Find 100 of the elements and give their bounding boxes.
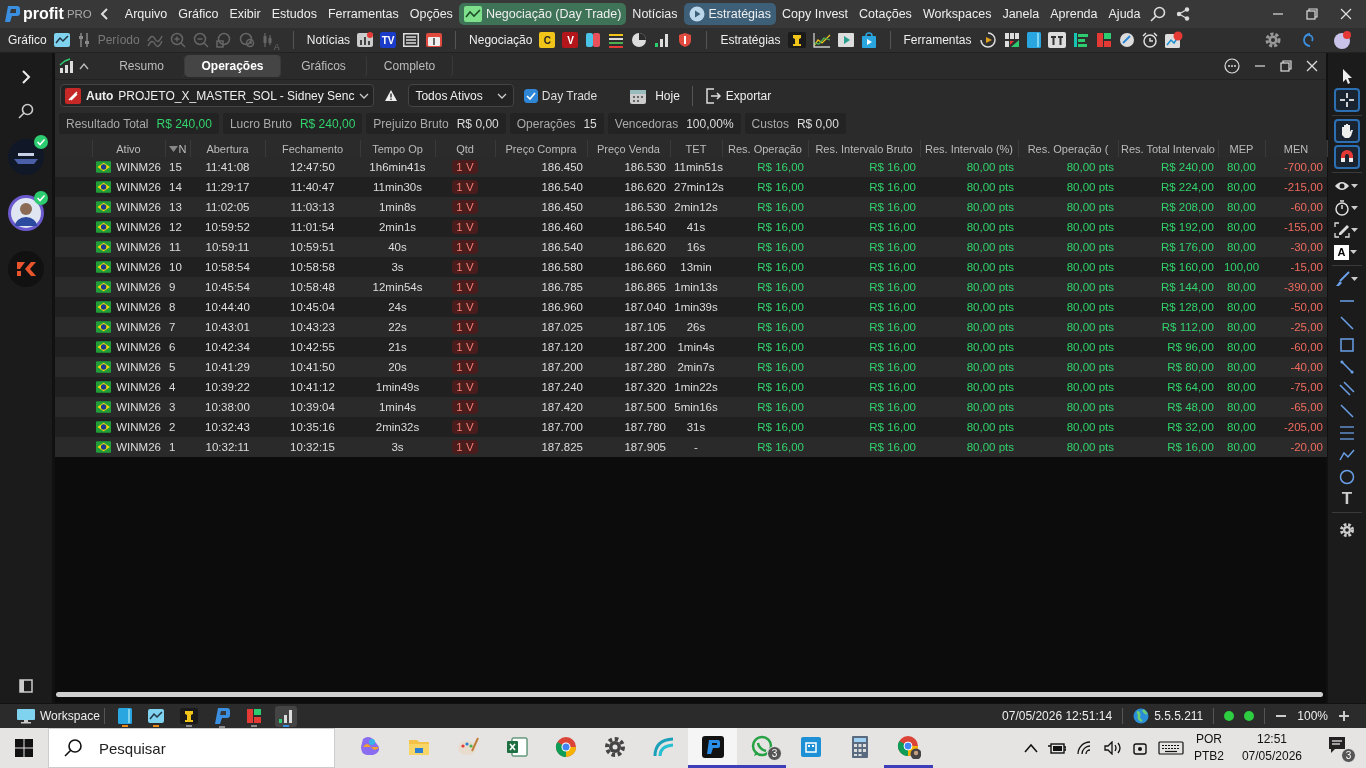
keyboard-layout[interactable]: PTB2 bbox=[1193, 748, 1224, 765]
menu-item[interactable]: Estudos bbox=[266, 4, 322, 24]
column-header[interactable]: TET bbox=[670, 140, 722, 157]
column-header[interactable]: Res. Intervalo (%) bbox=[920, 140, 1018, 157]
taskbar-app[interactable] bbox=[688, 728, 737, 768]
assets-dropdown[interactable]: Todos Ativos bbox=[408, 84, 514, 107]
language-label[interactable]: POR bbox=[1195, 731, 1222, 748]
tool-button[interactable] bbox=[1334, 88, 1360, 112]
tv-icon[interactable]: TV bbox=[380, 32, 397, 48]
column-header[interactable]: Fechamento bbox=[265, 140, 360, 157]
sort-icon[interactable] bbox=[168, 145, 178, 152]
column-header[interactable]: MEP bbox=[1218, 140, 1265, 157]
menu-item[interactable]: Workspaces bbox=[917, 4, 997, 24]
more-icon[interactable] bbox=[1224, 58, 1240, 74]
notification-icon[interactable] bbox=[1326, 734, 1348, 756]
tool-button[interactable]: T bbox=[1334, 489, 1360, 509]
date-button[interactable]: Hoje bbox=[627, 86, 682, 105]
column-header[interactable]: Res. Operação ( bbox=[1018, 140, 1118, 157]
alarm-clock-icon[interactable] bbox=[1141, 32, 1158, 48]
letter-button[interactable]: C bbox=[539, 32, 556, 48]
toolbar-label[interactable]: Estratégias bbox=[720, 33, 781, 47]
tab[interactable]: Operações bbox=[185, 55, 281, 77]
menu-item[interactable]: Negociação (Day Trade) bbox=[458, 3, 627, 25]
chat-icon[interactable] bbox=[1118, 32, 1135, 48]
tab[interactable]: Completo bbox=[367, 55, 453, 77]
horizontal-bars-icon[interactable] bbox=[1072, 32, 1089, 48]
avatar-icon[interactable] bbox=[8, 139, 44, 175]
zoom-in-icon[interactable] bbox=[1338, 710, 1350, 722]
volume-icon[interactable] bbox=[1103, 741, 1122, 755]
column-header[interactable]: Ativo bbox=[92, 140, 165, 157]
restore-icon[interactable] bbox=[1280, 60, 1292, 72]
menu-item[interactable]: Cotações bbox=[854, 4, 917, 24]
menu-item[interactable]: Exibir bbox=[224, 4, 266, 24]
camera-icon[interactable] bbox=[1131, 740, 1148, 756]
growth-bars-icon[interactable] bbox=[654, 32, 671, 48]
taskbar-app[interactable]: 3 bbox=[737, 728, 786, 768]
column-header[interactable]: Qtd bbox=[435, 140, 495, 157]
menu-item[interactable]: Gráfico bbox=[173, 4, 224, 24]
restore-icon[interactable] bbox=[1306, 8, 1318, 20]
warning-icon[interactable] bbox=[384, 89, 399, 102]
close-icon[interactable] bbox=[1340, 8, 1352, 20]
expand-icon[interactable] bbox=[20, 69, 32, 85]
book-icon[interactable] bbox=[1026, 32, 1041, 48]
clock-date[interactable]: 07/05/2026 bbox=[1241, 748, 1302, 765]
checkbox[interactable] bbox=[523, 88, 538, 103]
menu-item[interactable]: Ajuda bbox=[1103, 4, 1146, 24]
list-icon[interactable] bbox=[608, 32, 625, 48]
column-header[interactable]: Res. Total Intervalo bbox=[1118, 140, 1218, 157]
battery-icon[interactable] bbox=[1047, 741, 1066, 755]
rook-icon[interactable] bbox=[787, 32, 806, 48]
column-header[interactable]: Res. Intervalo Bruto bbox=[808, 140, 920, 157]
export-button[interactable]: Exportar bbox=[702, 86, 774, 105]
menu-item[interactable]: Copy Invest bbox=[777, 4, 854, 24]
column-header[interactable]: Abertura bbox=[190, 140, 265, 157]
chart-alert-icon[interactable] bbox=[1164, 31, 1183, 49]
horizontal-scrollbar[interactable] bbox=[56, 692, 1323, 697]
column-header[interactable]: Res. Operação bbox=[722, 140, 808, 157]
menu-item[interactable]: Arquivo bbox=[119, 4, 173, 24]
avatar-icon[interactable] bbox=[8, 195, 44, 231]
account-dropdown[interactable]: Auto PROJETO_X_MASTER_SOL - Sidney Senc bbox=[60, 84, 375, 107]
back-icon[interactable] bbox=[98, 7, 109, 21]
app-button[interactable] bbox=[274, 705, 297, 727]
tool-button[interactable]: A bbox=[1331, 242, 1363, 262]
letter-button[interactable]: V bbox=[562, 32, 579, 48]
search-icon[interactable] bbox=[63, 738, 83, 758]
grid-icon[interactable] bbox=[1003, 32, 1020, 48]
newspaper-icon[interactable] bbox=[403, 32, 420, 48]
replay-icon[interactable] bbox=[978, 31, 997, 49]
sliders-icon[interactable] bbox=[76, 32, 91, 48]
settings-icon[interactable] bbox=[1264, 31, 1282, 49]
toolbar-label[interactable]: Gráfico bbox=[8, 33, 47, 47]
windows-icon[interactable] bbox=[14, 738, 34, 758]
tool-button[interactable] bbox=[1334, 119, 1360, 143]
share-icon[interactable] bbox=[1175, 7, 1190, 21]
column-header[interactable]: MEN bbox=[1265, 140, 1327, 157]
column-header[interactable]: Preço Compra bbox=[495, 140, 587, 157]
search-field[interactable]: Pesquisar bbox=[48, 728, 335, 768]
menu-item[interactable]: Estratégias bbox=[683, 3, 777, 25]
chevron-up-icon[interactable] bbox=[1023, 743, 1038, 753]
collapse-icon[interactable] bbox=[79, 62, 89, 70]
wallet-icon[interactable] bbox=[426, 32, 443, 48]
menu-item[interactable]: Ferramentas bbox=[322, 4, 404, 24]
clock-time[interactable]: 12:51 bbox=[1256, 731, 1287, 748]
columns-icon[interactable] bbox=[1047, 32, 1066, 48]
search-icon[interactable] bbox=[18, 103, 34, 119]
panel-icon[interactable] bbox=[19, 679, 33, 693]
toolbar-label[interactable]: Ferramentas bbox=[903, 33, 972, 47]
keyboard-icon[interactable] bbox=[1157, 741, 1184, 755]
split-tile-icon[interactable] bbox=[585, 32, 602, 48]
play-icon[interactable] bbox=[837, 32, 854, 48]
toolbar-label[interactable]: Notícias bbox=[306, 33, 351, 47]
search-icon[interactable] bbox=[1149, 6, 1166, 22]
menu-item[interactable]: Opções bbox=[404, 4, 458, 24]
chart-icon[interactable] bbox=[53, 32, 70, 48]
blocks-icon[interactable] bbox=[1095, 32, 1112, 48]
workspace-button[interactable]: Workspace bbox=[16, 708, 105, 724]
menu-item[interactable]: Notícias bbox=[627, 4, 683, 24]
avatar-icon[interactable] bbox=[1332, 30, 1352, 50]
shield-icon[interactable] bbox=[677, 32, 694, 48]
menu-item[interactable]: Janela bbox=[997, 4, 1045, 24]
